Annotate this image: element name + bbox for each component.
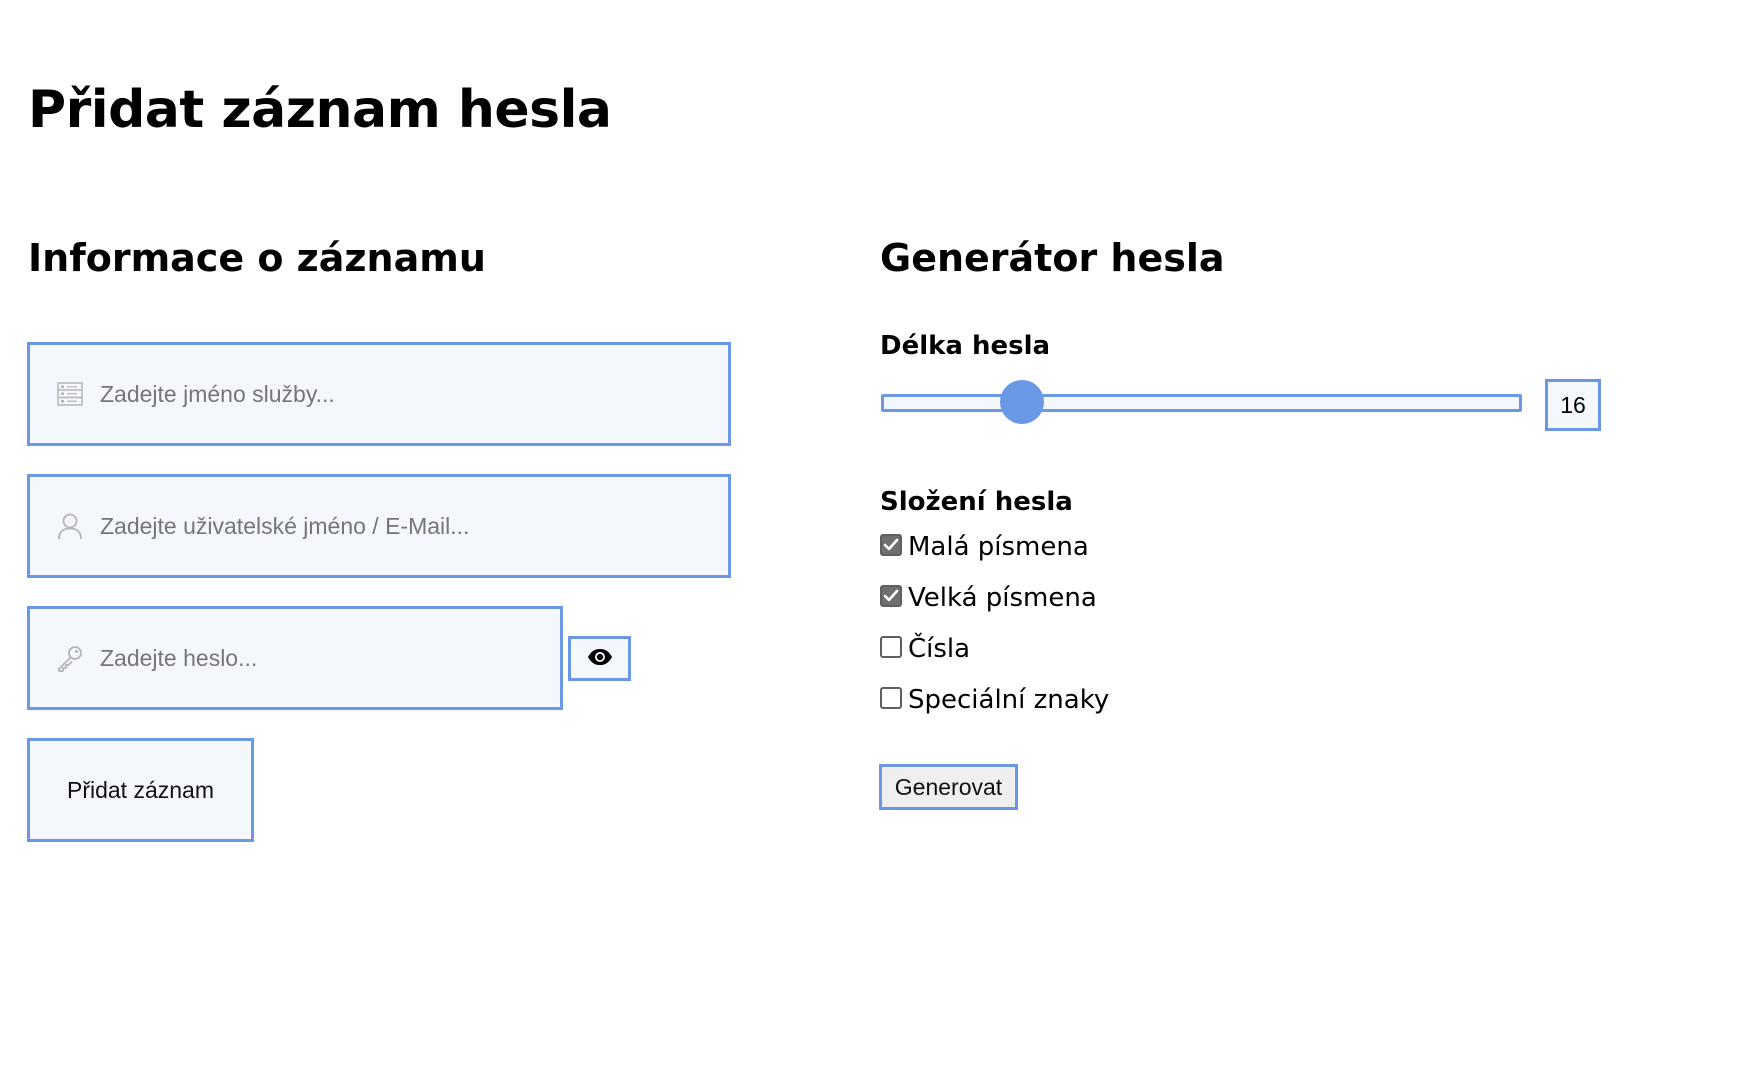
password-length-value[interactable]: 16	[1545, 379, 1601, 431]
option-numbers[interactable]: Čísla	[880, 631, 970, 667]
toggle-password-visibility-button[interactable]	[568, 636, 631, 681]
page-title: Přidat záznam hesla	[28, 80, 612, 140]
option-uppercase[interactable]: Velká písmena	[880, 580, 1097, 616]
password-length-slider-thumb[interactable]	[1000, 380, 1045, 424]
option-lowercase-label: Malá písmena	[908, 532, 1089, 562]
password-length-slider-track[interactable]	[881, 394, 1522, 412]
option-lowercase[interactable]: Malá písmena	[880, 529, 1089, 565]
list-icon	[56, 380, 84, 408]
option-special[interactable]: Speciální znaky	[880, 682, 1109, 718]
password-field[interactable]	[27, 606, 563, 710]
username-field[interactable]	[27, 474, 731, 578]
checkbox-lowercase[interactable]	[880, 534, 902, 556]
generate-button[interactable]: Generovat	[879, 764, 1018, 810]
username-input[interactable]	[100, 477, 712, 575]
record-info-heading: Informace o záznamu	[28, 236, 486, 280]
key-icon	[56, 644, 84, 672]
eye-icon	[587, 645, 613, 672]
checkbox-numbers[interactable]	[880, 636, 902, 658]
password-input[interactable]	[100, 609, 544, 707]
service-field[interactable]	[27, 342, 731, 446]
generator-heading: Generátor hesla	[880, 236, 1225, 280]
option-uppercase-label: Velká písmena	[908, 583, 1097, 613]
checkbox-uppercase[interactable]	[880, 585, 902, 607]
option-numbers-label: Čísla	[908, 634, 971, 664]
option-special-label: Speciální znaky	[908, 685, 1110, 715]
checkbox-special[interactable]	[880, 687, 902, 709]
password-length-label: Délka hesla	[880, 331, 1051, 361]
add-record-button[interactable]: Přidat záznam	[27, 738, 254, 842]
service-input[interactable]	[100, 345, 712, 443]
password-composition-label: Složení hesla	[880, 487, 1073, 517]
user-icon	[56, 512, 84, 540]
